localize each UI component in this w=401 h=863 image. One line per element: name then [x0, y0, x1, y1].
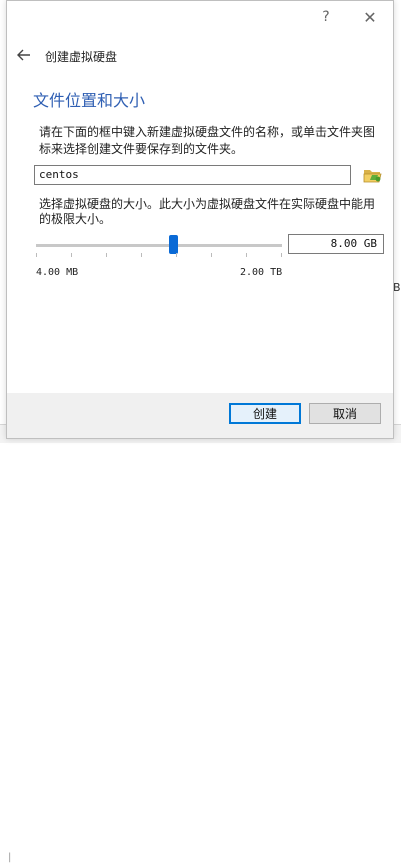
slider-tick — [71, 253, 72, 257]
wizard-title: 创建虚拟硬盘 — [45, 50, 118, 64]
size-max-label: 2.00 TB — [240, 267, 283, 278]
slider-tick — [246, 253, 247, 257]
title-bar: ? ✕ — [7, 1, 393, 33]
disk-size-field[interactable]: 8.00 GB — [288, 234, 384, 254]
create-virtual-disk-dialog: ? ✕ 创建虚拟硬盘 文件位置和大小 请在下面的框中键入新建虚拟硬盘文件的名称，… — [6, 0, 394, 439]
help-button[interactable]: ? — [303, 1, 349, 33]
back-button[interactable] — [14, 45, 34, 65]
slider-track — [36, 244, 282, 247]
slider-tick — [141, 253, 142, 257]
slider-tick — [211, 253, 212, 257]
slider-tick — [176, 253, 177, 257]
close-button[interactable]: ✕ — [347, 1, 393, 33]
dialog-footer: 创建 取消 — [7, 393, 393, 438]
folder-open-icon — [363, 170, 382, 183]
background-bottom-text: | — [8, 852, 12, 863]
size-description: 选择虚拟硬盘的大小。此大小为虚拟硬盘文件在实际硬盘中能用的极限大小。 — [39, 197, 376, 226]
slider-thumb[interactable] — [169, 235, 178, 254]
size-min-label: 4.00 MB — [36, 267, 79, 278]
cancel-button[interactable]: 取消 — [309, 403, 381, 424]
choose-folder-button[interactable] — [363, 165, 383, 185]
disk-size-slider[interactable] — [36, 233, 282, 257]
back-arrow-icon — [17, 49, 30, 61]
background-right-text: B] — [393, 281, 401, 294]
section-title: 文件位置和大小 — [33, 91, 146, 110]
create-button[interactable]: 创建 — [229, 403, 301, 424]
slider-tick — [281, 253, 282, 257]
slider-tick — [36, 253, 37, 257]
location-description: 请在下面的框中键入新建虚拟硬盘文件的名称，或单击文件夹图标来选择创建文件要保存到… — [39, 125, 376, 156]
slider-tick — [106, 253, 107, 257]
file-name-input[interactable]: centos — [34, 165, 351, 185]
